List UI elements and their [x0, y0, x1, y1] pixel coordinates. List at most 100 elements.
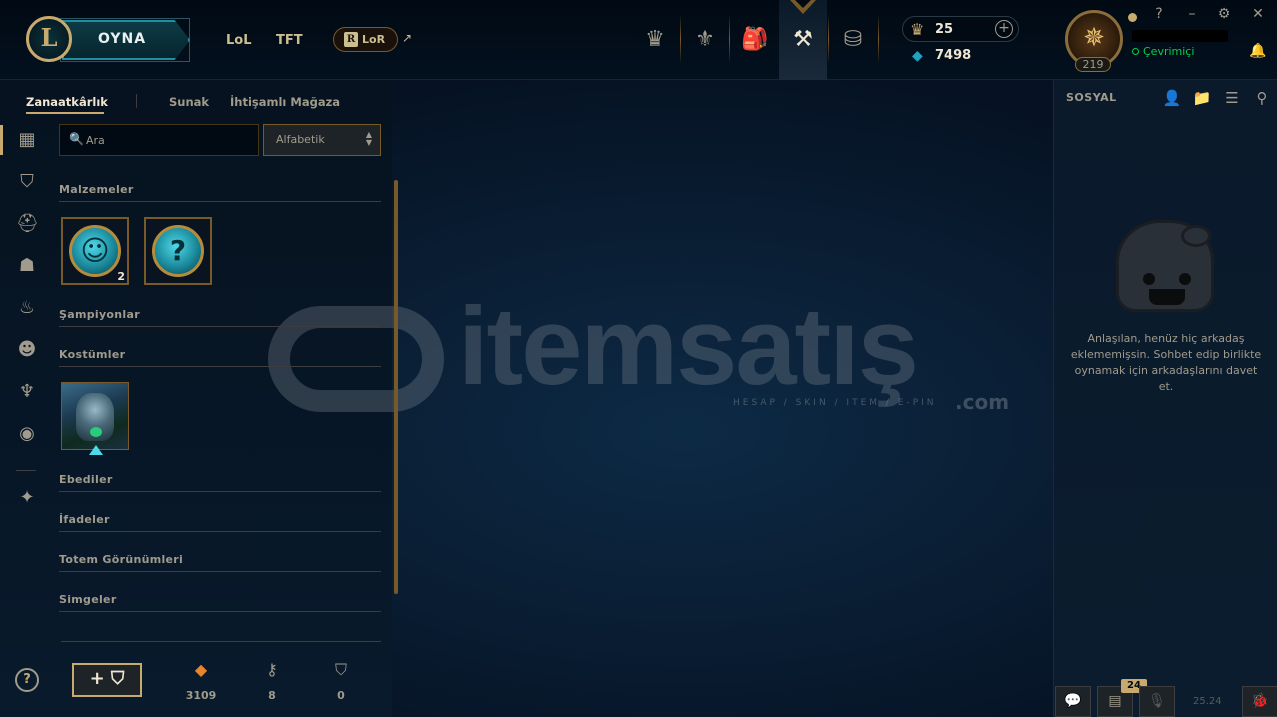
watermark-tagline: HESAP / SKIN / ITEM / E-PIN	[733, 398, 937, 408]
buy-rp-button[interactable]: +	[995, 20, 1013, 38]
category-eternals[interactable]: Ebediler	[59, 473, 113, 486]
chat-icon[interactable]: 💬	[1055, 686, 1091, 717]
online-dot-icon	[1132, 48, 1139, 55]
settings-gear-icon[interactable]: ⚙	[1216, 6, 1232, 22]
social-panel-background	[1053, 80, 1277, 717]
store-bag-icon[interactable]: 🎒	[737, 22, 773, 58]
emote-face-icon[interactable]: ☻	[16, 339, 38, 361]
client-version: 25.24	[1193, 696, 1222, 707]
orange-essence-value: 3109	[185, 689, 217, 702]
category-skins[interactable]: Kostümler	[59, 348, 125, 361]
social-title: SOSYAL	[1066, 91, 1117, 104]
status-label: Çevrimiçi	[1143, 45, 1195, 58]
loot-item-tile[interactable]: ?	[144, 217, 212, 285]
lor-button[interactable]: R LoR	[333, 27, 398, 52]
tft-link[interactable]: TFT	[276, 33, 303, 48]
riot-points-icon: ♛	[910, 20, 925, 39]
footer-divider	[61, 641, 381, 642]
blue-essence-icon: ◆	[912, 48, 923, 64]
rail-separator	[16, 470, 36, 471]
league-logo-icon[interactable]: L	[26, 16, 72, 62]
category-icons[interactable]: Simgeler	[59, 593, 117, 606]
search-icon[interactable]: ⚲	[1252, 88, 1272, 108]
summoner-name-redacted	[1132, 30, 1228, 42]
voice-mic-icon[interactable]: 🎙	[1139, 686, 1175, 717]
ward-flame-icon[interactable]: ♨	[16, 297, 38, 319]
key-count: 8	[268, 689, 276, 702]
category-divider	[59, 326, 381, 327]
totem-icon[interactable]: ♆	[16, 381, 38, 403]
skin-gem-icon	[90, 427, 102, 437]
orange-essence-icon: ◆	[194, 660, 208, 679]
riot-points-value: 25	[935, 22, 954, 37]
category-divider	[59, 201, 381, 202]
online-status[interactable]: Çevrimiçi	[1132, 45, 1194, 58]
watermark-brand: itemsatış	[458, 285, 919, 408]
tab-crafting[interactable]: Zanaatkârlık	[26, 95, 108, 109]
coins-stack-icon[interactable]: ⛁	[835, 22, 871, 58]
worlds-trophy-icon[interactable]: ♛	[637, 22, 673, 58]
nav-divider	[729, 14, 730, 64]
category-ward-skins[interactable]: Totem Görünümleri	[59, 553, 183, 566]
loot-scrollbar[interactable]	[394, 180, 398, 594]
blue-essence-value: 7498	[935, 48, 972, 63]
key-icon: ⚷	[266, 660, 278, 679]
lol-link[interactable]: LoL	[226, 33, 252, 48]
play-button-label: OYNA	[98, 31, 147, 47]
list-view-icon[interactable]: ☰	[1222, 88, 1242, 108]
nav-divider	[878, 14, 879, 64]
chest-count: 0	[337, 689, 345, 702]
category-divider	[59, 531, 381, 532]
poro-mascot-icon	[1116, 220, 1214, 312]
summoner-icon-icon[interactable]: ◉	[16, 423, 38, 445]
add-folder-icon[interactable]: 📁	[1192, 88, 1212, 108]
tab-altar[interactable]: Sunak	[169, 95, 209, 109]
crafting-hammer-icon[interactable]: ⚒	[785, 22, 821, 58]
help-icon[interactable]: ?	[1151, 6, 1167, 22]
rail-active-indicator	[0, 125, 3, 155]
clash-icon[interactable]: ⚜	[687, 22, 723, 58]
grid-icon[interactable]: ▦	[16, 129, 38, 151]
poro-mouth	[1149, 289, 1185, 305]
bug-report-icon[interactable]: 🐞	[1242, 686, 1277, 717]
nav-divider	[680, 14, 681, 64]
close-icon[interactable]: ✕	[1250, 6, 1266, 22]
sort-selected-value: Alfabetik	[276, 133, 325, 146]
play-button[interactable]: OYNA	[62, 20, 190, 60]
category-emotes[interactable]: İfadeler	[59, 513, 110, 526]
summoner-level-badge: 219	[1075, 57, 1111, 72]
champion-helmet-icon[interactable]: ⛑	[16, 213, 39, 235]
tab-divider	[136, 94, 137, 108]
category-divider	[59, 611, 381, 612]
watermark-suffix: .com	[955, 390, 1010, 414]
eternals-icon[interactable]: ✦	[16, 487, 38, 509]
notification-dot-icon	[1128, 13, 1137, 22]
add-friend-icon[interactable]: 👤	[1162, 88, 1182, 108]
search-input[interactable]	[86, 130, 254, 150]
lor-logo-icon: R	[344, 32, 358, 47]
minimize-icon[interactable]: –	[1184, 6, 1200, 22]
nav-divider	[828, 14, 829, 64]
mystery-orb-icon: ?	[152, 225, 204, 277]
category-divider	[59, 366, 381, 367]
search-icon: 🔍	[69, 132, 84, 146]
loot-item-tile[interactable]: ☺ 2	[61, 217, 129, 285]
skin-mask-icon[interactable]: ☗	[16, 255, 38, 277]
bell-icon[interactable]: 🔔	[1249, 43, 1266, 59]
category-divider	[59, 571, 381, 572]
category-materials[interactable]: Malzemeler	[59, 183, 134, 196]
search-input-wrapper[interactable]: 🔍	[59, 124, 259, 156]
help-button[interactable]: ?	[15, 668, 39, 692]
add-chest-button[interactable]: + ⛉	[72, 663, 142, 697]
watermark-logo-icon	[268, 306, 444, 412]
empty-friends-message: Anlaşılan, henüz hiç arkadaş eklememişsi…	[1070, 332, 1262, 393]
chest-icon[interactable]: ⛉	[16, 171, 38, 193]
poro-bow	[1181, 225, 1211, 247]
sort-dropdown[interactable]: Alfabetik ▲ ▼	[263, 124, 381, 156]
category-champions[interactable]: Şampiyonlar	[59, 308, 140, 321]
chest-icon: ⛉	[334, 660, 347, 679]
skin-shard-tile[interactable]	[61, 382, 129, 450]
active-tab-underline	[26, 112, 104, 114]
lor-label: LoR	[362, 33, 386, 46]
tab-prestige-store[interactable]: İhtişamlı Mağaza	[230, 95, 340, 109]
